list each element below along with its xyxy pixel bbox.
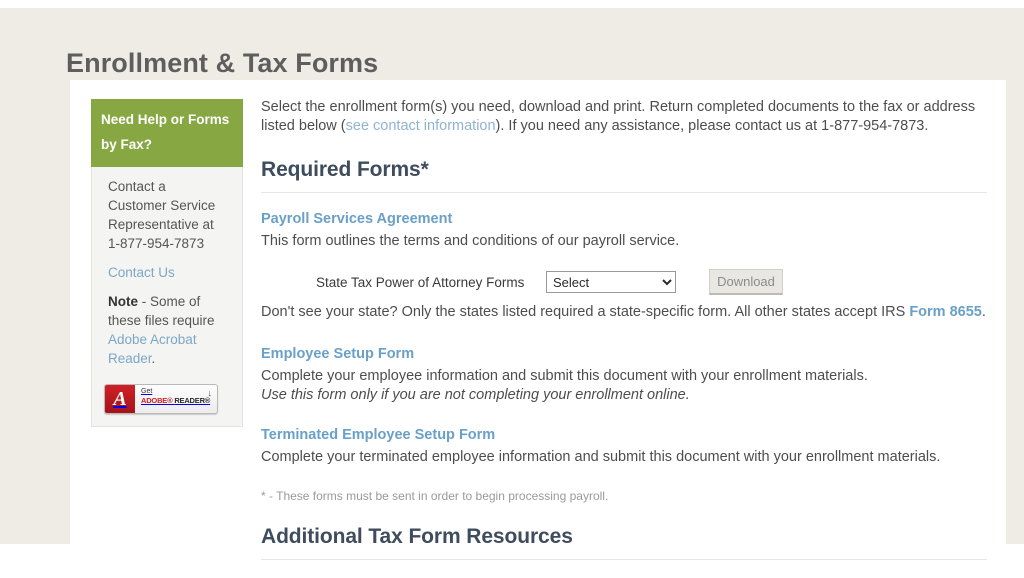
employee-setup-form-description: Complete your employee information and s… <box>261 368 868 384</box>
additional-heading-divider <box>261 559 987 560</box>
main-content: Select the enrollment form(s) you need, … <box>261 98 987 578</box>
download-button[interactable]: Download <box>709 269 783 295</box>
state-specific-note: Don't see your state? Only the states li… <box>261 303 987 322</box>
help-sidebar: Need Help or Forms by Fax? Contact a Cus… <box>91 99 243 427</box>
terminated-employee-setup-form-description: Complete your terminated employee inform… <box>261 449 941 465</box>
adobe-badge-get-label: Get <box>141 388 153 395</box>
adobe-badge-product: READER® <box>174 396 211 405</box>
terminated-employee-setup-form-link[interactable]: Terminated Employee Setup Form <box>261 427 987 443</box>
download-arrow-icon: ↓ <box>207 388 213 398</box>
adobe-badge-brand: ADOBE® <box>141 396 173 405</box>
see-contact-information-link[interactable]: see contact information <box>346 118 496 134</box>
sidebar-note-text-after: . <box>151 351 156 366</box>
page-title: Enrollment & Tax Forms <box>66 48 379 79</box>
required-forms-heading: Required Forms* <box>261 158 429 181</box>
form-8655-link[interactable]: Form 8655 <box>909 304 982 320</box>
adobe-acrobat-icon: A <box>105 385 135 413</box>
form-block-payroll-services-agreement: Payroll Services Agreement This form out… <box>261 211 987 322</box>
state-note-part1: Don't see your state? Only the states li… <box>261 304 910 320</box>
sidebar-header: Need Help or Forms by Fax? <box>91 99 243 167</box>
state-note-part2: . <box>981 304 986 320</box>
contact-us-link[interactable]: Contact Us <box>108 265 175 280</box>
sidebar-contact-text: Contact a Customer Service Representativ… <box>108 179 216 251</box>
employee-setup-form-note: Use this form only if you are not comple… <box>261 387 690 403</box>
additional-tax-form-resources-heading: Additional Tax Form Resources <box>261 525 573 548</box>
form-block-employee-setup-form: Employee Setup Form Complete your employ… <box>261 346 987 405</box>
required-forms-footnote: * - These forms must be sent in order to… <box>261 489 609 503</box>
sidebar-body: Contact a Customer Service Representativ… <box>92 167 242 414</box>
content-panel: Need Help or Forms by Fax? Contact a Cus… <box>70 80 1006 560</box>
state-poa-select[interactable]: Select <box>546 271 676 293</box>
payroll-services-agreement-link[interactable]: Payroll Services Agreement <box>261 211 987 227</box>
intro-paragraph: Select the enrollment form(s) you need, … <box>261 98 987 136</box>
state-poa-row: State Tax Power of Attorney Forms Select… <box>261 269 987 295</box>
payroll-services-agreement-description: This form outlines the terms and conditi… <box>261 233 680 249</box>
adobe-badge-text: Get ADOBE® READER® ↓ <box>135 385 217 413</box>
get-adobe-reader-badge[interactable]: A Get ADOBE® READER® ↓ <box>104 384 218 414</box>
employee-setup-form-link[interactable]: Employee Setup Form <box>261 346 987 362</box>
intro-text-part2: ). If you need any assistance, please co… <box>495 118 929 134</box>
sidebar-note-label: Note <box>108 294 138 309</box>
state-poa-label: State Tax Power of Attorney Forms <box>316 274 525 290</box>
heading-divider <box>261 192 987 193</box>
sidebar-note: Note - Some of these files require Adobe… <box>108 292 228 368</box>
form-block-terminated-employee-setup-form: Terminated Employee Setup Form Complete … <box>261 427 987 467</box>
